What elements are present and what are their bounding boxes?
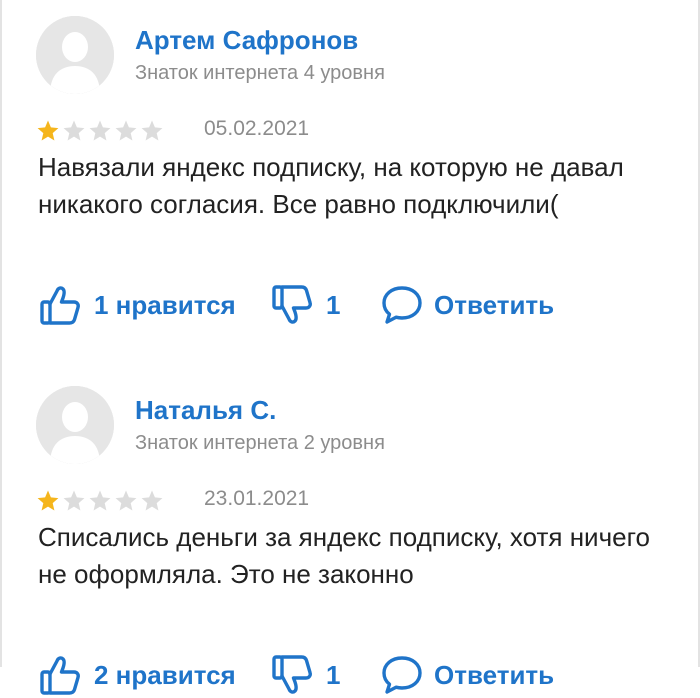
star-empty-icon <box>115 120 137 141</box>
dislike-count-label: 1 <box>326 659 341 690</box>
reply-label: Ответить <box>434 659 555 690</box>
dislike-count-label: 1 <box>326 289 341 320</box>
review-actions: 2 нравится 1 Ответить <box>38 652 658 698</box>
avatar[interactable] <box>36 386 114 464</box>
dislike-button[interactable]: 1 <box>270 652 340 698</box>
speech-bubble-icon <box>382 656 422 694</box>
thumbs-down-icon <box>272 285 312 324</box>
author-name[interactable]: Артем Сафронов <box>135 25 358 56</box>
user-silhouette-icon <box>36 386 114 464</box>
author-level: Знаток интернета 2 уровня <box>135 432 385 454</box>
star-empty-icon <box>115 490 137 511</box>
review-text: Списались деньги за яндекс подписку, хот… <box>38 522 650 589</box>
review-date: 05.02.2021 <box>204 117 310 140</box>
like-button[interactable]: 1 нравится <box>38 282 236 328</box>
star-empty-icon <box>89 120 111 141</box>
review-text: Навязали яндекс подписку, на которую не … <box>38 152 624 219</box>
thumbs-up-icon <box>40 286 80 325</box>
avatar[interactable] <box>36 16 114 94</box>
star-rating <box>36 488 166 514</box>
like-button[interactable]: 2 нравится <box>38 652 236 698</box>
user-silhouette-icon <box>36 16 114 94</box>
star-empty-icon <box>141 490 163 511</box>
review-date: 23.01.2021 <box>204 487 310 510</box>
reply-button[interactable]: Ответить <box>380 652 554 698</box>
thumbs-down-icon <box>272 655 312 694</box>
reply-label: Ответить <box>434 289 555 320</box>
star-empty-icon <box>89 490 111 511</box>
author-name[interactable]: Наталья С. <box>135 395 276 426</box>
reply-button[interactable]: Ответить <box>380 282 554 328</box>
star-rating <box>36 118 166 144</box>
author-level: Знаток интернета 4 уровня <box>135 62 385 84</box>
left-edge-divider <box>0 0 2 667</box>
like-count-label: 1 нравится <box>94 289 236 320</box>
star-empty-icon <box>63 490 85 511</box>
star-empty-icon <box>141 120 163 141</box>
review-actions: 1 нравится 1 Ответить <box>38 282 658 328</box>
speech-bubble-icon <box>382 286 422 324</box>
star-empty-icon <box>63 120 85 141</box>
star-filled-icon <box>37 490 59 511</box>
thumbs-up-icon <box>40 656 80 695</box>
star-filled-icon <box>37 120 59 141</box>
like-count-label: 2 нравится <box>94 659 236 690</box>
dislike-button[interactable]: 1 <box>270 282 340 328</box>
